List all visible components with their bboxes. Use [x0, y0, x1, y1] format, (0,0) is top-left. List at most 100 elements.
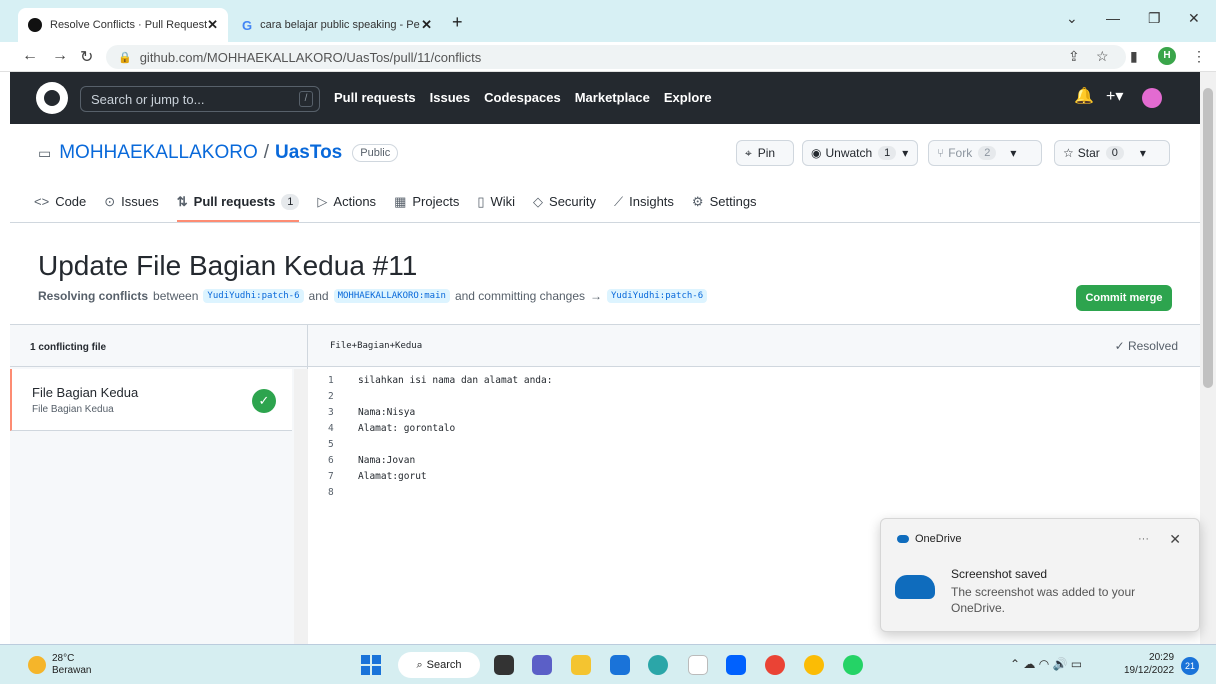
google-favicon-icon: G: [242, 17, 253, 33]
repo-name-link[interactable]: UasTos: [275, 142, 342, 164]
tab-label: Projects: [412, 194, 460, 209]
notification-bell-icon[interactable]: 🔔: [1074, 86, 1094, 106]
close-icon[interactable]: ✕: [1169, 531, 1181, 548]
search-shortcut-badge: /: [299, 91, 313, 107]
chrome-icon[interactable]: [765, 655, 785, 675]
back-icon[interactable]: ←: [22, 47, 38, 65]
arrow-right-icon: →: [590, 289, 603, 303]
scrollbar-thumb[interactable]: [1203, 88, 1213, 388]
tab-search-icon[interactable]: ⌄: [1066, 10, 1078, 27]
visibility-badge: Public: [352, 144, 399, 162]
search-input[interactable]: Search or jump to... /: [80, 86, 320, 112]
tab-code[interactable]: <> Code: [34, 188, 86, 222]
nav-marketplace[interactable]: Marketplace: [575, 90, 650, 105]
profile-avatar[interactable]: H: [1158, 47, 1176, 65]
github-logo-icon[interactable]: [36, 82, 68, 114]
star-count: 0: [1105, 146, 1124, 160]
target-branch[interactable]: YudiYudhi:patch-6: [607, 289, 708, 303]
tab-wiki[interactable]: ▯ Wiki: [477, 188, 515, 222]
conflict-file-item[interactable]: File Bagian Kedua File Bagian Kedua ✓: [10, 369, 292, 431]
commit-merge-button[interactable]: Commit merge: [1076, 285, 1172, 311]
conflict-file-list: 1 conflicting file File Bagian Kedua Fil…: [10, 325, 308, 645]
line-number: 5: [328, 439, 334, 450]
teams-chat-icon[interactable]: [532, 655, 552, 675]
new-tab-button[interactable]: +: [452, 12, 463, 33]
book-icon: ▯: [477, 194, 485, 209]
chevron-down-icon: ▾: [902, 146, 909, 160]
taskbar-search-button[interactable]: ⌕ Search: [398, 652, 480, 678]
tab-insights[interactable]: ⟋ Insights: [614, 188, 674, 222]
minimize-icon[interactable]: —: [1106, 10, 1120, 26]
whatsapp-icon[interactable]: [843, 655, 863, 675]
line-text: Nama:Jovan: [358, 455, 416, 466]
conflict-count: 1 conflicting file: [10, 325, 307, 367]
tab-count: 1: [281, 194, 300, 210]
nav-pull-requests[interactable]: Pull requests: [334, 90, 416, 105]
tab-settings[interactable]: ⚙ Settings: [692, 188, 757, 222]
tab-security[interactable]: ◇ Security: [533, 188, 596, 222]
tab-title: cara belajar public speaking - Pe: [260, 19, 420, 31]
eye-icon: ◉: [811, 146, 822, 160]
edge-icon[interactable]: [648, 655, 668, 675]
create-new-icon[interactable]: +▾: [1106, 86, 1123, 106]
nav-explore[interactable]: Explore: [664, 90, 712, 105]
repo-owner-link[interactable]: MOHHAEKALLAKORO: [59, 142, 258, 164]
chrome-profile-icon[interactable]: [804, 655, 824, 675]
side-panel-icon[interactable]: ▮: [1130, 48, 1138, 65]
clock-time: 20:29: [1149, 652, 1175, 663]
and-text: and: [308, 289, 329, 303]
clock[interactable]: 20:29 19/12/2022: [1124, 651, 1174, 677]
page-scrollbar[interactable]: [1200, 72, 1216, 644]
windows-start-icon[interactable]: [361, 655, 381, 675]
browser-tab-bar: Resolve Conflicts · Pull Request # ✕ G c…: [0, 0, 1216, 42]
file-explorer-icon[interactable]: [571, 655, 591, 675]
nav-issues[interactable]: Issues: [430, 90, 470, 105]
url-input[interactable]: 🔒 github.com/MOHHAEKALLAKORO/UasTos/pull…: [106, 45, 1126, 69]
tab-label: Security: [549, 194, 596, 209]
tab-issues[interactable]: ⊙ Issues: [104, 188, 158, 222]
bookmark-star-icon[interactable]: ☆: [1096, 48, 1109, 65]
notification-count-badge[interactable]: 21: [1181, 657, 1199, 675]
task-view-icon[interactable]: [494, 655, 514, 675]
amazon-icon[interactable]: [688, 655, 708, 675]
window-close-icon[interactable]: ✕: [1188, 10, 1200, 27]
store-icon[interactable]: [610, 655, 630, 675]
weather-widget[interactable]: 28°C Berawan: [28, 653, 91, 677]
weather-text: Berawan: [52, 665, 92, 676]
forward-icon[interactable]: →: [52, 47, 68, 65]
tab-actions[interactable]: ▷ Actions: [317, 188, 376, 222]
user-avatar[interactable]: [1142, 88, 1162, 108]
fork-button[interactable]: ⑂ Fork 2 ▾: [928, 140, 1042, 166]
unwatch-button[interactable]: ◉ Unwatch 1 ▾: [802, 140, 918, 166]
tab-pull-requests[interactable]: ⇅ Pull requests 1: [176, 188, 300, 222]
tab-label: Pull requests: [193, 194, 276, 209]
more-options-icon[interactable]: ···: [1138, 533, 1149, 545]
browser-menu-icon[interactable]: ⋮: [1192, 48, 1206, 65]
tab-close-icon[interactable]: ✕: [207, 17, 218, 33]
line-number: 4: [328, 423, 334, 434]
tab-label: Wiki: [490, 194, 516, 209]
url-text: github.com/MOHHAEKALLAKORO/UasTos/pull/1…: [139, 49, 482, 65]
tab-projects[interactable]: ▦ Projects: [394, 188, 459, 222]
restore-icon[interactable]: ❐: [1148, 10, 1161, 27]
star-button[interactable]: ☆ Star 0 ▾: [1054, 140, 1170, 166]
file-list-scrollbar[interactable]: [294, 369, 308, 645]
tab-title: Resolve Conflicts · Pull Request #: [50, 19, 208, 31]
pin-button[interactable]: ⌖ Pin: [736, 140, 794, 166]
nav-codespaces[interactable]: Codespaces: [484, 90, 561, 105]
system-tray-icons[interactable]: ⌃ ☁ ◠ 🔊 ▭: [1010, 657, 1082, 671]
tab-label: Code: [55, 194, 87, 209]
browser-tab-active[interactable]: Resolve Conflicts · Pull Request # ✕: [18, 8, 228, 42]
head-branch[interactable]: YudiYudhi:patch-6: [203, 289, 304, 303]
code-area[interactable]: 1 silahkan isi nama dan alamat anda: 2 3 N…: [328, 373, 552, 501]
share-icon[interactable]: ⇪: [1068, 48, 1080, 65]
onedrive-notification[interactable]: OneDrive ··· ✕ Screenshot saved The scre…: [880, 518, 1200, 632]
tab-label: Issues: [121, 194, 159, 209]
browser-tab-inactive[interactable]: G cara belajar public speaking - Pe ✕: [232, 8, 442, 42]
reload-icon[interactable]: ↻: [80, 47, 93, 67]
base-branch[interactable]: MOHHAEKALLAKORO:main: [333, 289, 450, 303]
line-text: silahkan isi nama dan alamat anda:: [358, 375, 553, 386]
tab-close-icon[interactable]: ✕: [421, 17, 432, 33]
dropbox-icon[interactable]: [726, 655, 746, 675]
chevron-down-icon: ▾: [1139, 146, 1146, 160]
